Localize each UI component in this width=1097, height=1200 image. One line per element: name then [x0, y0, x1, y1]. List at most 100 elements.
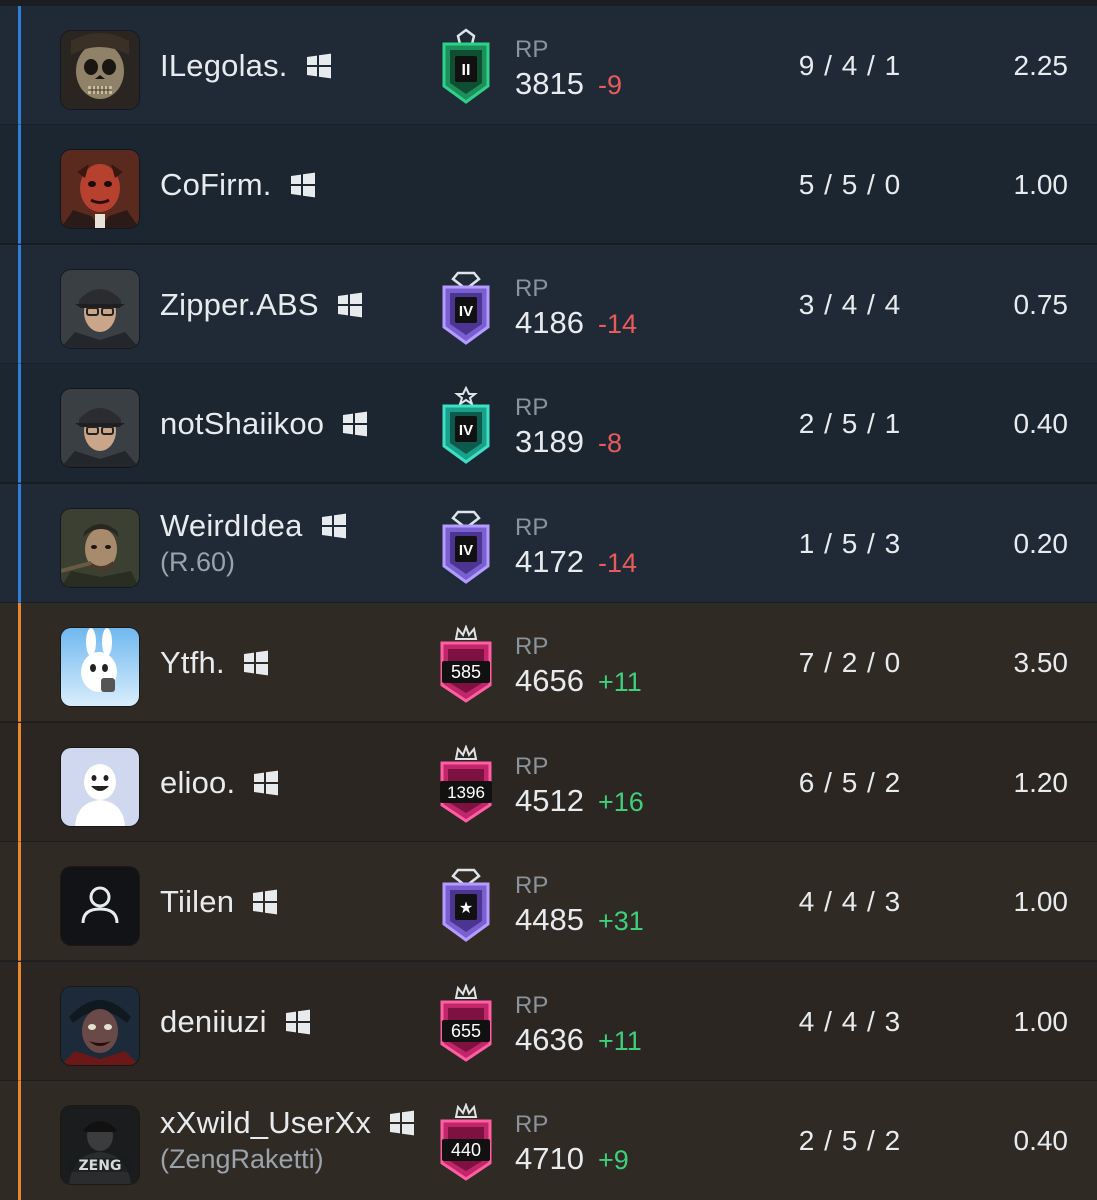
player-row[interactable]: WeirdIdea (R.60) IV RP 4172 -14 1 / 5 / …	[0, 484, 1097, 603]
avatar[interactable]	[61, 748, 139, 826]
player-name[interactable]: Tiilen	[160, 884, 234, 920]
kd-ratio: 0.75	[1013, 288, 1069, 320]
kd-ratio: 1.00	[1013, 168, 1069, 200]
avatar[interactable]	[61, 270, 139, 348]
player-name-block: ILegolas.	[160, 6, 332, 125]
rp-delta: -9	[597, 70, 622, 100]
team-stripe	[18, 1081, 21, 1200]
rp-value: 4512	[515, 783, 584, 818]
kda-stat: 3 / 4 / 4	[798, 288, 902, 320]
rank-number: 1396	[447, 783, 485, 802]
kda-stat: 2 / 5 / 2	[798, 1124, 902, 1156]
avatar[interactable]	[61, 509, 139, 587]
rp-value: 4636	[515, 1022, 584, 1057]
rp-delta: +31	[597, 906, 644, 936]
player-name[interactable]: notShaiikoo	[160, 406, 324, 442]
kda-stat: 4 / 4 / 3	[798, 885, 902, 917]
team-stripe	[18, 603, 21, 722]
rp-delta: +11	[597, 1026, 642, 1056]
champion-rank-icon: 440	[436, 1103, 496, 1181]
windows-icon	[252, 889, 278, 915]
player-name[interactable]: ILegolas.	[160, 48, 288, 84]
rp-label: RP	[515, 394, 549, 421]
team-stripe	[18, 962, 21, 1081]
rank-number: IV	[459, 422, 473, 439]
team-stripe	[18, 842, 21, 961]
player-row[interactable]: notShaiikoo IV RP 3189 -8 2 / 5 / 1 0.40	[0, 364, 1097, 483]
player-row[interactable]: ILegolas. II RP 3815 -9 9 / 4 / 1 2.25	[0, 6, 1097, 125]
rp-value: 4710	[515, 1141, 584, 1176]
rp-block: RP 4710 +9	[515, 1111, 629, 1178]
kda-stat: 5 / 5 / 0	[798, 168, 902, 200]
player-row[interactable]: ZENG xXwild_UserXx (ZengRaketti) 440 RP …	[0, 1081, 1097, 1200]
player-name[interactable]: Ytfh.	[160, 645, 225, 681]
rp-label: RP	[515, 872, 549, 899]
rp-block: RP 4186 -14	[515, 275, 637, 342]
rp-value: 4485	[515, 902, 584, 937]
rp-delta: -14	[597, 309, 637, 339]
team-stripe	[18, 6, 21, 125]
avatar[interactable]	[61, 628, 139, 706]
rp-value: 3815	[515, 66, 584, 101]
player-subtitle: (ZengRaketti)	[160, 1143, 324, 1174]
rank-number: IV	[459, 542, 473, 559]
kda-stat: 6 / 5 / 2	[798, 766, 902, 798]
rp-label: RP	[515, 633, 549, 660]
rp-label: RP	[515, 275, 549, 302]
rp-value: 3189	[515, 424, 584, 459]
kd-ratio: 1.20	[1013, 766, 1069, 798]
kd-ratio: 0.40	[1013, 407, 1069, 439]
diamond-rank-icon: IV	[436, 506, 496, 584]
windows-icon	[342, 411, 368, 437]
diamond-rank-icon: ★	[436, 864, 496, 942]
kd-ratio: 0.40	[1013, 1124, 1069, 1156]
player-name[interactable]: Zipper.ABS	[160, 287, 319, 323]
player-name[interactable]: xXwild_UserXx	[160, 1105, 371, 1141]
rp-delta: +11	[597, 667, 642, 697]
kd-ratio: 3.50	[1013, 646, 1069, 678]
kda-stat: 4 / 4 / 3	[798, 1005, 902, 1037]
avatar[interactable]	[61, 987, 139, 1065]
player-name-block: WeirdIdea (R.60)	[160, 484, 347, 603]
windows-icon	[253, 770, 279, 796]
team-stripe	[18, 723, 21, 842]
emerald-rank-icon: II	[436, 28, 496, 106]
rp-block: RP 4172 -14	[515, 514, 637, 581]
player-row[interactable]: Tiilen ★ RP 4485 +31 4 / 4 / 3 1.00	[0, 842, 1097, 961]
rank-star: ★	[459, 898, 473, 917]
player-subtitle: (R.60)	[160, 546, 236, 577]
player-row[interactable]: deniiuzi 655 RP 4636 +11 4 / 4 / 3 1.00	[0, 962, 1097, 1081]
rp-value: 4656	[515, 663, 584, 698]
avatar[interactable]	[61, 389, 139, 467]
player-name[interactable]: elioo.	[160, 765, 235, 801]
avatar[interactable]	[61, 31, 139, 109]
rp-block: RP 4485 +31	[515, 872, 644, 939]
rank-number: 655	[451, 1021, 481, 1041]
rp-label: RP	[515, 514, 549, 541]
team-stripe	[18, 125, 21, 244]
kda-stat: 1 / 5 / 3	[798, 527, 902, 559]
rp-delta: +16	[597, 787, 644, 817]
player-row[interactable]: Zipper.ABS IV RP 4186 -14 3 / 4 / 4 0.75	[0, 245, 1097, 364]
team-stripe	[18, 484, 21, 603]
avatar[interactable]	[61, 867, 139, 945]
rp-block: RP 4512 +16	[515, 753, 644, 820]
player-name-block: CoFirm.	[160, 125, 316, 244]
player-name[interactable]: WeirdIdea	[160, 508, 303, 544]
player-name[interactable]: deniiuzi	[160, 1004, 267, 1040]
player-row[interactable]: CoFirm. 5 / 5 / 0 1.00	[0, 125, 1097, 244]
rp-value: 4172	[515, 544, 584, 579]
player-row[interactable]: Ytfh. 585 RP 4656 +11 7 / 2 / 0 3.50	[0, 603, 1097, 722]
champion-rank-icon: 585	[436, 625, 496, 703]
avatar[interactable]	[61, 150, 139, 228]
avatar[interactable]: ZENG	[61, 1106, 139, 1184]
rp-delta: -8	[597, 428, 622, 458]
rp-label: RP	[515, 36, 549, 63]
rp-delta: -14	[597, 548, 637, 578]
rp-block: RP 4656 +11	[515, 633, 642, 700]
player-name[interactable]: CoFirm.	[160, 167, 272, 203]
emerald-rank-icon: IV	[436, 386, 496, 464]
windows-icon	[389, 1110, 415, 1136]
player-row[interactable]: elioo. 1396 RP 4512 +16 6 / 5 / 2 1.20	[0, 723, 1097, 842]
diamond-rank-icon: IV	[436, 267, 496, 345]
